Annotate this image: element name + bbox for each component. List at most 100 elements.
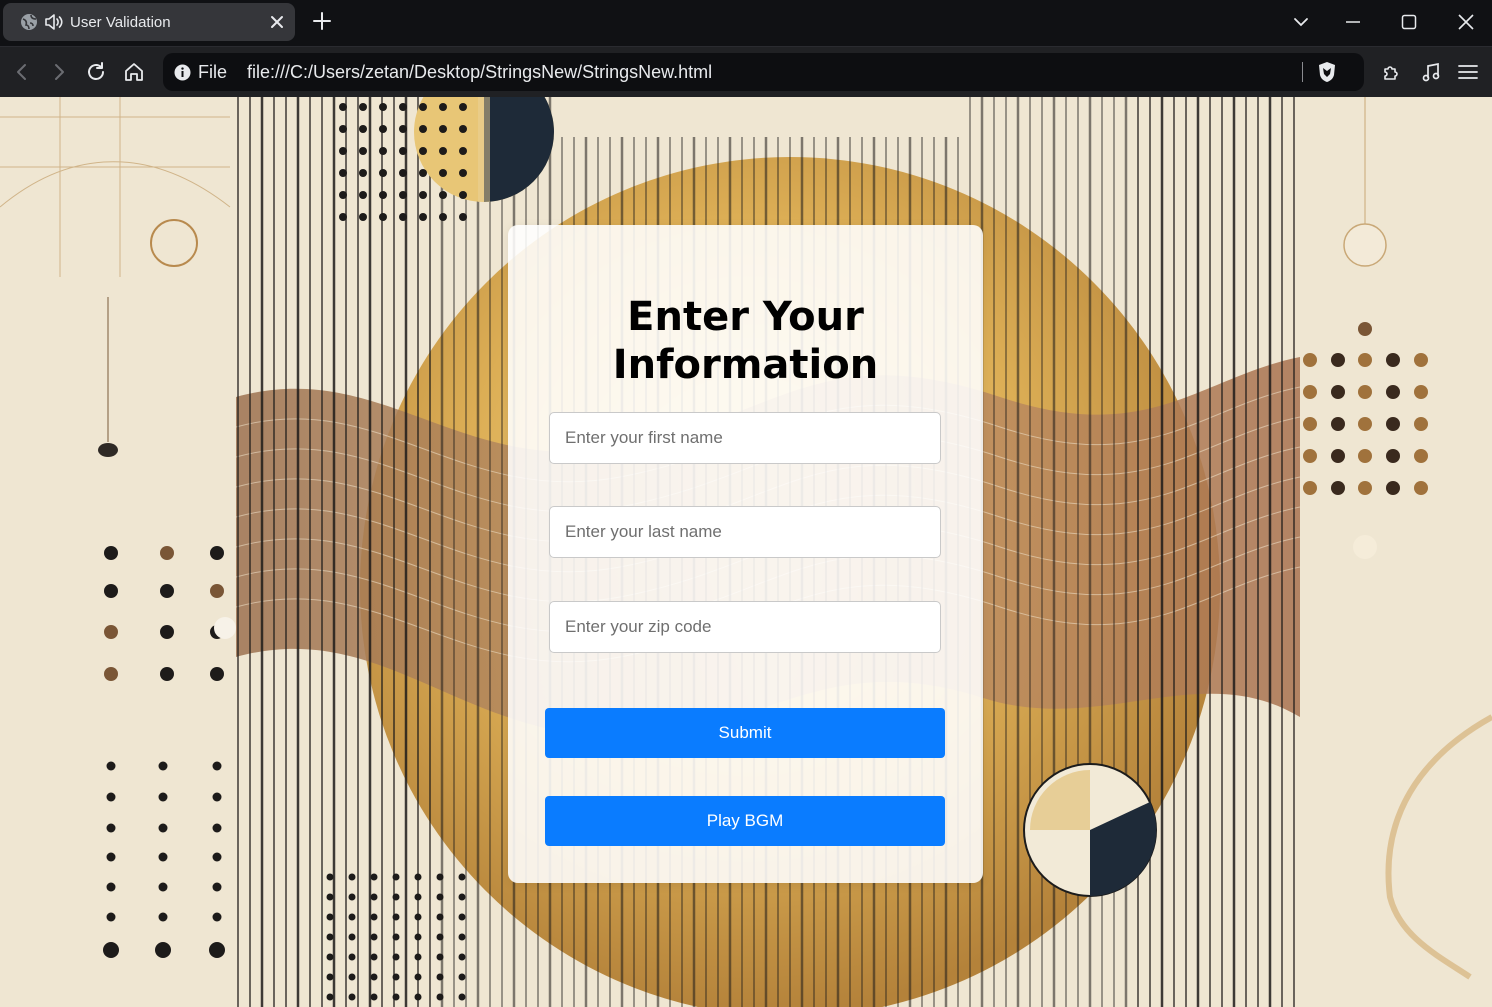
background-dot <box>1331 449 1345 463</box>
background-dot <box>1358 385 1372 399</box>
background-dot <box>414 933 422 941</box>
browser-titlebar: User Validation <box>0 0 1492 46</box>
background-dot <box>379 103 387 111</box>
scheme-label: File <box>198 62 228 82</box>
background-dot <box>1386 449 1400 463</box>
browser-tab[interactable]: User Validation <box>3 3 295 41</box>
reload-icon[interactable] <box>84 60 108 84</box>
maximize-icon[interactable] <box>1399 12 1419 32</box>
background-dot <box>379 213 387 221</box>
background-dot <box>436 873 444 881</box>
background-dot <box>104 546 118 560</box>
background-dot <box>419 147 427 155</box>
extensions-icon[interactable] <box>1380 60 1404 84</box>
background-dot <box>106 761 116 771</box>
background-dot <box>210 584 224 598</box>
background-dot <box>348 973 356 981</box>
last-name-input[interactable] <box>549 506 941 558</box>
background-dot <box>1358 481 1372 495</box>
close-window-icon[interactable] <box>1456 12 1476 32</box>
background-dot <box>459 103 467 111</box>
submit-button[interactable]: Submit <box>545 708 945 758</box>
background-dot <box>104 667 118 681</box>
background-dot <box>1414 449 1428 463</box>
background-dot <box>1358 417 1372 431</box>
background-dot <box>1303 353 1317 367</box>
background-dot <box>348 913 356 921</box>
play-bgm-button[interactable]: Play BGM <box>545 796 945 846</box>
background-dot <box>1331 385 1345 399</box>
background-dot <box>419 125 427 133</box>
background-dot <box>339 213 347 221</box>
background-dot <box>212 823 222 833</box>
first-name-input[interactable] <box>549 412 941 464</box>
background-dot <box>359 169 367 177</box>
background-dot <box>370 993 378 1001</box>
background-dot <box>419 169 427 177</box>
background-dot <box>348 933 356 941</box>
background-dot <box>439 169 447 177</box>
background-dot <box>458 933 466 941</box>
menu-icon[interactable] <box>1456 60 1480 84</box>
background-dot <box>392 893 400 901</box>
background-dot <box>436 993 444 1001</box>
background-dot <box>399 191 407 199</box>
info-icon[interactable] <box>174 64 191 81</box>
speaker-icon[interactable] <box>45 14 63 30</box>
background-dot <box>326 913 334 921</box>
background-dot <box>436 913 444 921</box>
background-dot <box>1358 449 1372 463</box>
background-dot <box>1386 353 1400 367</box>
background-dot <box>106 792 116 802</box>
background-dot <box>158 823 168 833</box>
page-viewport: Enter Your Information Submit Play BGM <box>0 97 1492 1007</box>
url-text[interactable]: file:///C:/Users/zetan/Desktop/StringsNe… <box>247 62 712 83</box>
background-dot <box>160 584 174 598</box>
brave-shield-icon[interactable] <box>1316 61 1338 83</box>
background-dot <box>458 913 466 921</box>
background-dot <box>326 893 334 901</box>
new-tab-icon[interactable] <box>312 11 332 31</box>
background-dot <box>348 893 356 901</box>
background-dot <box>339 191 347 199</box>
background-dot <box>414 953 422 961</box>
background-dot <box>379 125 387 133</box>
background-dot <box>392 933 400 941</box>
background-dot <box>379 169 387 177</box>
back-icon[interactable] <box>10 60 34 84</box>
background-dot <box>436 973 444 981</box>
media-controls-icon[interactable] <box>1419 60 1443 84</box>
background-dot <box>399 147 407 155</box>
background-dot <box>348 993 356 1001</box>
home-icon[interactable] <box>122 60 146 84</box>
background-dot <box>392 993 400 1001</box>
form-card: Enter Your Information Submit Play BGM <box>508 225 983 883</box>
tab-search-icon[interactable] <box>1291 12 1311 32</box>
background-dot <box>436 953 444 961</box>
background-dot <box>419 213 427 221</box>
background-dot <box>160 546 174 560</box>
background-dot <box>326 993 334 1001</box>
background-dot <box>414 973 422 981</box>
background-dot <box>439 147 447 155</box>
address-divider <box>1302 62 1303 82</box>
background-dot <box>459 191 467 199</box>
close-tab-icon[interactable] <box>269 14 285 30</box>
background-dot <box>458 993 466 1001</box>
background-dot <box>1331 353 1345 367</box>
background-dot <box>459 147 467 155</box>
zip-code-input[interactable] <box>549 601 941 653</box>
background-dot <box>370 873 378 881</box>
background-dot <box>359 147 367 155</box>
background-dot <box>399 125 407 133</box>
address-bar[interactable]: File file:///C:/Users/zetan/Desktop/Stri… <box>163 53 1364 91</box>
tab-title: User Validation <box>70 14 171 31</box>
background-dot <box>160 667 174 681</box>
forward-icon[interactable] <box>47 60 71 84</box>
background-dot <box>370 973 378 981</box>
minimize-icon[interactable] <box>1343 12 1363 32</box>
background-dot <box>439 125 447 133</box>
background-dot <box>104 584 118 598</box>
background-dot <box>1386 417 1400 431</box>
background-dot <box>399 169 407 177</box>
